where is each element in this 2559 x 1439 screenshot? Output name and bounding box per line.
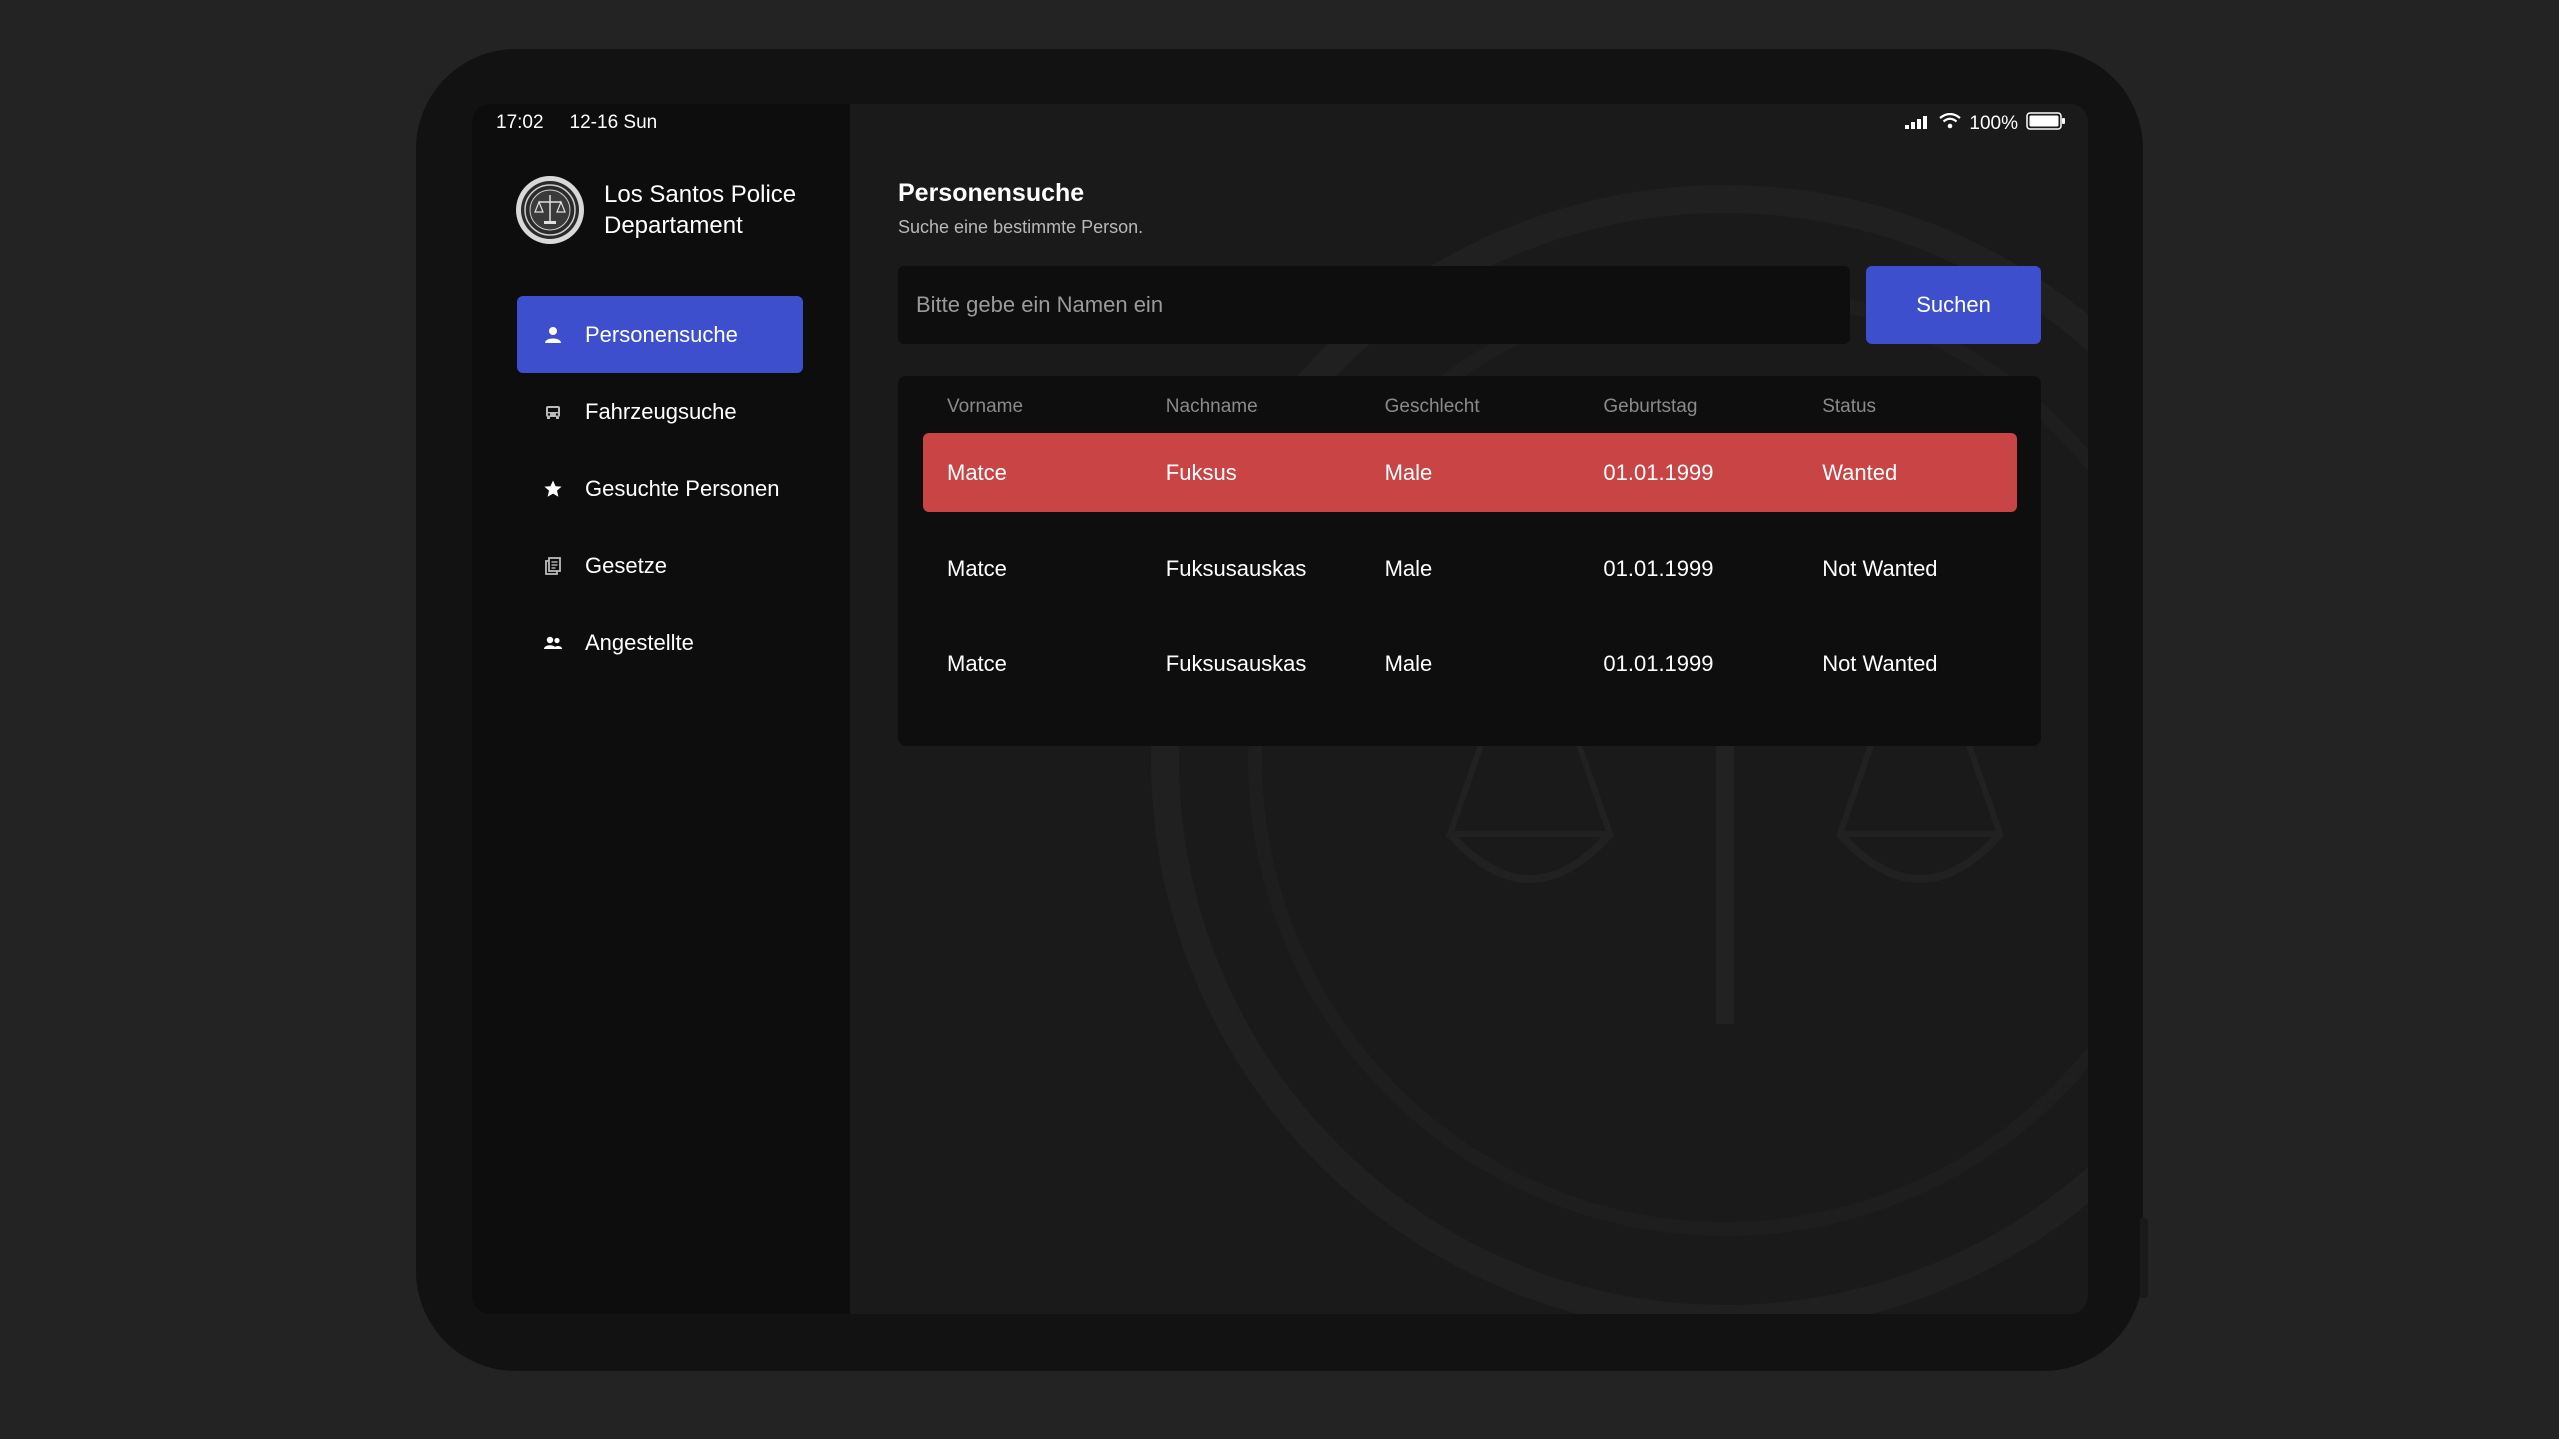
police-seal-watermark — [1151, 185, 2088, 1314]
sidebar-item-angestellte[interactable]: Angestellte — [517, 604, 803, 681]
org-name: Los Santos Police Departament — [604, 181, 797, 239]
column-header-geburtstag: Geburtstag — [1603, 396, 1698, 417]
column-header-status: Status — [1822, 396, 1877, 417]
cell-geschlecht: Male — [1384, 459, 1433, 485]
sidebar-item-label: Fahrzeugsuche — [585, 398, 737, 424]
signal-icon — [1905, 113, 1931, 135]
column-header-nachname: Nachname — [1165, 396, 1258, 417]
tablet-side-button — [2140, 1218, 2148, 1298]
results-table: Vorname Nachname Geschlecht Geburtstag S… — [898, 376, 2041, 746]
status-date: 12-16 Sun — [569, 112, 658, 133]
status-bar-left: 17:02 12-16 Sun — [496, 112, 657, 134]
wifi-icon — [1939, 112, 1962, 135]
sidebar-item-label: Personensuche — [585, 321, 738, 347]
cell-nachname: Fuksus — [1165, 459, 1237, 485]
search-input[interactable] — [898, 266, 1850, 344]
page-title: Personensuche — [898, 179, 1085, 207]
cell-nachname: Fuksusauskas — [1165, 555, 1307, 581]
status-bar-right: 100% — [1905, 112, 2066, 136]
people-icon — [541, 631, 565, 655]
main-content: 100% Personensuche Suche eine bestimmte … — [850, 104, 2088, 1314]
cell-status: Wanted — [1822, 459, 1898, 485]
sidebar-item-gesetze[interactable]: Gesetze — [517, 527, 803, 604]
cell-status: Not Wanted — [1822, 650, 1938, 676]
cell-vorname: Matce — [947, 650, 1007, 676]
police-seal-logo — [516, 176, 584, 244]
cell-geburtstag: 01.01.1999 — [1603, 650, 1714, 676]
cell-status: Not Wanted — [1822, 555, 1938, 581]
cell-geburtstag: 01.01.1999 — [1603, 555, 1714, 581]
sidebar-item-label: Gesuchte Personen — [585, 475, 780, 501]
sidebar: 17:02 12-16 Sun Los Santos Police Depart… — [472, 104, 850, 1314]
cell-geschlecht: Male — [1384, 555, 1433, 581]
brand: Los Santos Police Departament — [516, 176, 824, 244]
battery-percent: 100% — [1969, 113, 2018, 134]
page-subtitle: Suche eine bestimmte Person. — [898, 217, 1144, 237]
search-button[interactable]: Suchen — [1866, 266, 2041, 344]
cell-nachname: Fuksusauskas — [1165, 650, 1307, 676]
car-icon — [541, 400, 565, 424]
cell-vorname: Matce — [947, 459, 1007, 485]
star-icon — [541, 477, 565, 501]
column-header-geschlecht: Geschlecht — [1384, 396, 1480, 417]
cell-vorname: Matce — [947, 555, 1007, 581]
table-row[interactable]: Matce Fuksusauskas Male 01.01.1999 Not W… — [923, 624, 2017, 703]
sidebar-item-personensuche[interactable]: Personensuche — [517, 296, 803, 373]
table-row[interactable]: Matce Fuksus Male 01.01.1999 Wanted — [923, 433, 2017, 512]
sidebar-item-label: Gesetze — [585, 552, 667, 578]
battery-icon — [2026, 112, 2066, 136]
cell-geschlecht: Male — [1384, 650, 1433, 676]
person-icon — [541, 323, 565, 347]
sidebar-nav: Personensuche Fahrzeugsuche Gesuchte Per… — [517, 296, 803, 681]
table-header: Vorname Nachname Geschlecht Geburtstag S… — [923, 390, 2017, 424]
tablet-screen: 17:02 12-16 Sun Los Santos Police Depart… — [472, 104, 2088, 1314]
document-icon — [541, 554, 565, 578]
table-row[interactable]: Matce Fuksusauskas Male 01.01.1999 Not W… — [923, 529, 2017, 608]
sidebar-item-gesuchte-personen[interactable]: Gesuchte Personen — [517, 450, 803, 527]
sidebar-item-label: Angestellte — [585, 629, 694, 655]
sidebar-item-fahrzeugsuche[interactable]: Fahrzeugsuche — [517, 373, 803, 450]
column-header-vorname: Vorname — [947, 396, 1024, 417]
cell-geburtstag: 01.01.1999 — [1603, 459, 1714, 485]
status-time: 17:02 — [496, 112, 544, 133]
